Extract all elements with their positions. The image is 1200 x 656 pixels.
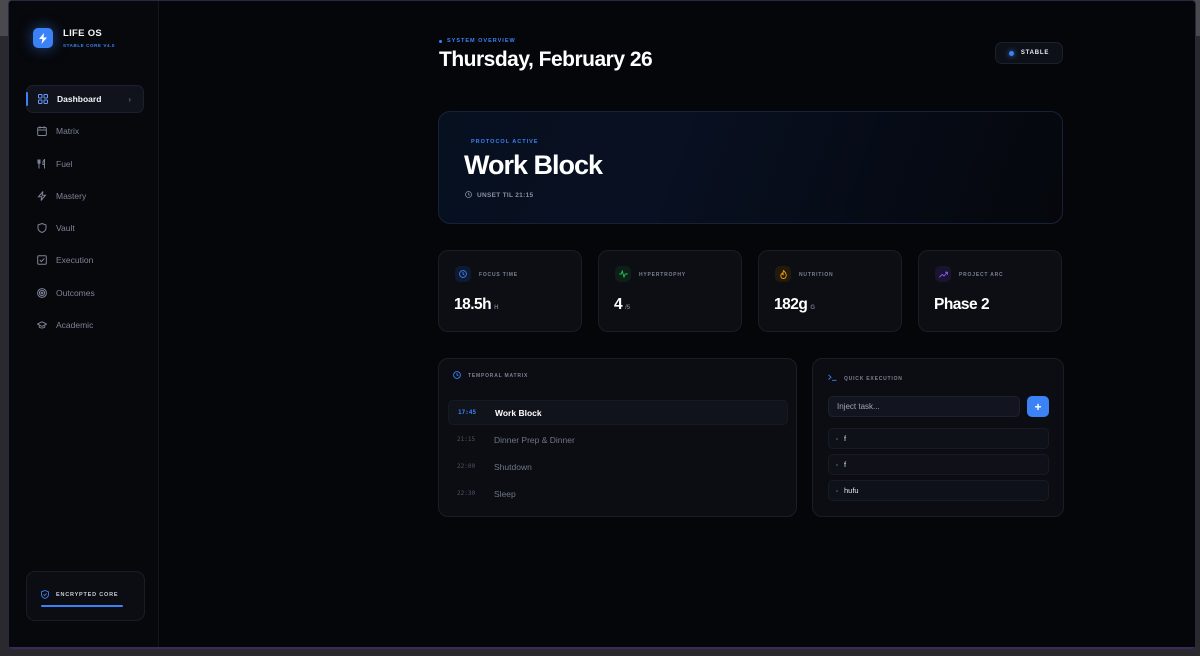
sidebar-item-dashboard[interactable]: Dashboard ›	[26, 85, 144, 113]
schedule-time: 21:15	[457, 436, 476, 443]
encrypted-core-card: ENCRYPTED CORE	[26, 571, 145, 621]
stat-label: NUTRITION	[799, 272, 834, 278]
task-list-item[interactable]: hufu	[828, 480, 1049, 501]
stat-unit: G	[810, 305, 816, 311]
sidebar-item-label: Outcomes	[56, 287, 95, 298]
stat-value: Phase 2	[934, 296, 990, 313]
schedule-task: Work Block	[495, 407, 542, 418]
panel-title: TEMPORAL MATRIX	[468, 373, 529, 379]
schedule-time: 22:00	[457, 463, 476, 470]
clock-icon	[465, 191, 472, 200]
protocol-until: UNSET TIL 21:15	[465, 191, 533, 200]
sidebar-item-outcomes[interactable]: Outcomes	[26, 279, 144, 307]
stat-unit: /5	[625, 305, 631, 311]
brand[interactable]: LIFE OS STABLE CORE V4.0	[33, 28, 115, 48]
schedule-row[interactable]: 17:45 Work Block	[448, 400, 788, 425]
bullet-icon	[836, 463, 838, 466]
terminal-icon	[828, 374, 837, 383]
schedule-row[interactable]: 21:15 Dinner Prep & Dinner	[448, 427, 788, 452]
sidebar-item-label: Mastery	[56, 190, 87, 201]
page-title: Thursday, February 26	[439, 48, 653, 71]
stat-card-hypertrophy[interactable]: HYPERTROPHY 4 /5	[598, 250, 742, 332]
status-badge[interactable]: STABLE	[995, 42, 1063, 64]
schedule-time: 22:30	[457, 490, 476, 497]
bullet-icon	[836, 489, 838, 492]
stat-unit: H	[494, 305, 499, 311]
task-text: hufu	[844, 486, 859, 495]
status-label: STABLE	[1020, 50, 1050, 56]
target-icon	[37, 287, 47, 298]
trending-up-icon	[935, 266, 951, 282]
app-window: LIFE OS STABLE CORE V4.0 Dashboard › Mat…	[8, 0, 1196, 650]
calendar-icon	[37, 126, 47, 137]
add-task-button[interactable]: +	[1027, 396, 1049, 417]
window-bottom-edge	[9, 647, 1195, 649]
schedule-task: Shutdown	[494, 461, 532, 472]
active-protocol-card[interactable]: PROTOCOL ACTIVE Work Block UNSET TIL 21:…	[438, 111, 1063, 224]
schedule-task: Dinner Prep & Dinner	[494, 434, 575, 445]
bullet-icon	[836, 437, 838, 440]
checkbox-icon	[37, 255, 47, 266]
brand-name: LIFE OS	[63, 28, 103, 39]
temporal-matrix-panel: TEMPORAL MATRIX 17:45 Work Block 21:15 D…	[438, 358, 797, 517]
protocol-kicker: PROTOCOL ACTIVE	[471, 139, 539, 145]
sidebar-item-matrix[interactable]: Matrix	[26, 117, 144, 145]
task-input[interactable]	[828, 396, 1020, 417]
sidebar-item-vault[interactable]: Vault	[26, 214, 144, 242]
encrypted-core-label: ENCRYPTED CORE	[56, 592, 119, 598]
sidebar-item-label: Matrix	[56, 126, 80, 137]
sidebar-item-label: Execution	[56, 255, 94, 266]
graduation-cap-icon	[37, 320, 47, 330]
sidebar-item-label: Academic	[56, 320, 94, 331]
protocol-title: Work Block	[464, 150, 603, 180]
schedule-time: 17:45	[458, 409, 477, 416]
panel-title: QUICK EXECUTION	[844, 375, 903, 382]
stat-card-focus-time[interactable]: FOCUS TIME 18.5h H	[438, 250, 582, 332]
stat-card-project-arc[interactable]: PROJECT ARC Phase 2	[918, 250, 1062, 332]
stat-label: HYPERTROPHY	[639, 272, 686, 278]
schedule-task: Sleep	[494, 488, 516, 499]
stat-value: 182g	[774, 296, 808, 313]
schedule-row[interactable]: 22:00 Shutdown	[448, 454, 788, 479]
stat-value: 18.5h	[454, 296, 492, 313]
lightning-logo-icon	[33, 28, 53, 48]
clock-icon	[453, 371, 461, 381]
sidebar-item-execution[interactable]: Execution	[26, 246, 144, 274]
clock-icon	[455, 266, 471, 282]
sidebar-item-label: Vault	[56, 223, 75, 234]
stat-card-nutrition[interactable]: NUTRITION 182g G	[758, 250, 902, 332]
shield-check-icon	[41, 586, 49, 604]
sidebar-item-label: Dashboard	[57, 94, 102, 104]
activity-icon	[615, 266, 631, 282]
sidebar-nav: Dashboard › Matrix Fuel Mastery Vault Ex…	[26, 85, 144, 343]
status-dot-icon	[1008, 50, 1014, 56]
grid-icon	[38, 94, 48, 104]
sidebar-item-label: Fuel	[56, 158, 73, 169]
chevron-right-icon: ›	[128, 94, 131, 104]
task-list-item[interactable]: f	[828, 454, 1049, 475]
schedule-row[interactable]: 22:30 Sleep	[448, 481, 788, 506]
brand-version: STABLE CORE V4.0	[63, 43, 116, 48]
stat-label: FOCUS TIME	[479, 272, 518, 278]
shield-icon	[37, 223, 47, 234]
task-text: f	[844, 460, 847, 469]
stat-label: PROJECT ARC	[959, 272, 1004, 278]
utensils-icon	[37, 158, 47, 169]
sidebar-item-mastery[interactable]: Mastery	[26, 182, 144, 210]
encryption-progress-bar	[41, 605, 123, 607]
dot-icon	[439, 39, 442, 43]
sidebar-item-academic[interactable]: Academic	[26, 311, 144, 339]
section-eyebrow: SYSTEM OVERVIEW	[439, 38, 516, 44]
sidebar-item-fuel[interactable]: Fuel	[26, 150, 144, 178]
task-list-item[interactable]: f	[828, 428, 1049, 449]
sidebar: LIFE OS STABLE CORE V4.0 Dashboard › Mat…	[9, 1, 159, 649]
flame-icon	[775, 266, 791, 282]
stat-value: 4	[614, 296, 623, 313]
lightning-icon	[37, 191, 47, 201]
task-text: f	[844, 434, 847, 443]
quick-execution-panel: QUICK EXECUTION + f f hufu	[812, 358, 1064, 517]
